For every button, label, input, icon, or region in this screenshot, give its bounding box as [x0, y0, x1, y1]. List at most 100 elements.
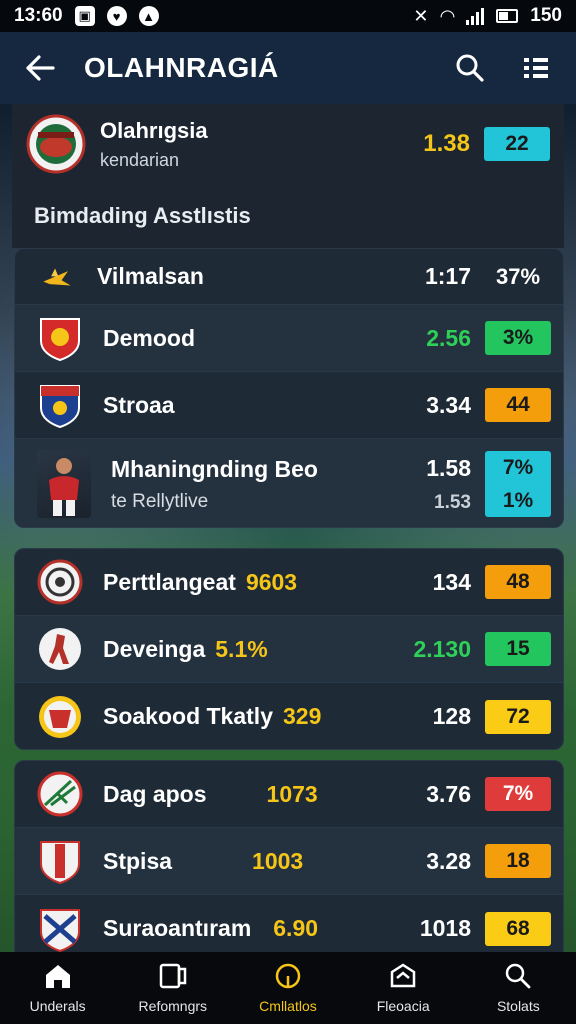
standings-card-1: Vilmalsan 1:17 37% Demood 2.56 3% Stroaa…	[14, 248, 564, 528]
odds-badge-stack[interactable]: 7% 1%	[485, 451, 551, 517]
team-crest-icon	[39, 695, 81, 738]
team-name: Perttlangeat	[103, 568, 236, 595]
bottom-nav: Underals Refomngrs Cmllatlos Fleoacia St…	[0, 952, 576, 1024]
nav-label: Cmllatlos	[259, 998, 317, 1014]
team-crest-icon	[37, 559, 83, 605]
nav-item-calendar[interactable]: Cmllatlos	[233, 962, 343, 1014]
menu-button[interactable]	[518, 50, 554, 86]
nav-label: Underals	[29, 998, 86, 1014]
odds-value: 1018	[419, 915, 471, 941]
team-crest-icon	[26, 114, 86, 174]
table-row[interactable]: Stpisa 1003 3.28 18	[15, 828, 563, 895]
team-crest-icon	[40, 385, 80, 428]
odds-badge[interactable]: 18	[485, 844, 551, 878]
battery-level: 150	[530, 5, 562, 26]
table-row[interactable]: Perttlangeat 9603 134 48	[15, 549, 563, 616]
table-row[interactable]: Soakood Tkatly 329 128 72	[15, 683, 563, 749]
search-icon	[506, 963, 531, 989]
stat-value: 6.90	[273, 915, 319, 941]
silent-icon: ✕	[413, 5, 429, 26]
back-button[interactable]	[22, 50, 58, 86]
arrow-left-icon	[26, 55, 55, 81]
table-row[interactable]: Stroaa 3.34 44	[15, 372, 563, 439]
search-button[interactable]	[452, 50, 488, 86]
team-crest-icon	[37, 771, 83, 817]
odds-badge[interactable]: 7%	[485, 777, 551, 811]
player-icon	[49, 458, 79, 516]
odds-badge[interactable]: 68	[485, 911, 551, 946]
standings-card-3: Dag apos 1073 3.76 7% Stpisa 1003 3.28 1…	[14, 760, 564, 960]
battery-icon	[496, 9, 519, 23]
table-row[interactable]: Suraoantıram 6.90 1018 68	[15, 895, 563, 959]
team-crest-icon	[39, 628, 81, 670]
team-name: Soakood Tkatly	[103, 703, 273, 729]
featured-team-subtitle: kendarian	[100, 149, 180, 170]
table-row[interactable]: Demood 2.56 3%	[15, 305, 563, 372]
stat-value: 5.1%	[215, 635, 268, 662]
featured-team-row[interactable]: Olahrıgsia kendarian 1.38 22	[12, 104, 564, 184]
odds-value: 134	[432, 568, 471, 595]
team-name: Mhaningnding Beo	[111, 455, 318, 482]
stat-value: 1073	[266, 780, 318, 807]
circle-icon	[275, 963, 301, 989]
odds-value: 3.28	[426, 847, 471, 874]
status-bar: 13:60 ▣ ♥ ▲ ✕ ◠ 150	[0, 0, 576, 32]
stat-value: 1003	[252, 847, 304, 874]
badge-bottom: 1%	[502, 488, 534, 512]
odds-value: 128	[432, 703, 471, 729]
odds-value: 3.34	[426, 391, 471, 418]
featured-team-name: Olahrıgsia	[100, 117, 208, 143]
section-label: Bimdading Asstlıstis	[12, 184, 564, 248]
odds-value: 1.58	[426, 454, 471, 481]
nav-label: Stolats	[496, 998, 540, 1014]
content-area: Olahrıgsia kendarian 1.38 22 Bimdading A…	[12, 104, 564, 960]
page-title: OLAHNRAGIÁ	[84, 52, 279, 83]
featured-badge[interactable]: 22	[484, 127, 550, 161]
team-name: Suraoantıram	[103, 915, 252, 941]
signal-icon	[466, 7, 485, 25]
table-row[interactable]: Mhaningnding Beo te Rellytlive 1.58 1.53…	[15, 439, 563, 527]
star-icon	[43, 268, 71, 285]
nav-item-stats[interactable]: Stolats	[463, 962, 573, 1014]
team-name: Vilmalsan	[97, 263, 204, 289]
team-name: Deveinga	[103, 635, 206, 662]
odds-value: 2.56	[426, 324, 471, 351]
nav-label: Refomngrs	[138, 998, 208, 1014]
nav-item-references[interactable]: Refomngrs	[118, 962, 228, 1014]
nav-item-feed[interactable]: Fleoacia	[348, 962, 458, 1014]
odds-value: 1:17	[424, 263, 471, 289]
odds-badge[interactable]: 3%	[485, 321, 551, 355]
card-header-row[interactable]: Vilmalsan 1:17 37%	[15, 249, 563, 305]
stat-value: 329	[282, 703, 322, 729]
percent-value: 37%	[495, 263, 541, 289]
badge-top: 7%	[502, 455, 534, 479]
odds-value-secondary: 1.53	[434, 491, 471, 513]
shield-icon	[390, 963, 416, 988]
photo-notification-icon: ▣	[74, 6, 95, 26]
team-crest-icon	[40, 908, 80, 952]
team-subtitle: te Rellytlive	[111, 490, 209, 512]
team-crest-icon	[40, 318, 80, 361]
table-row[interactable]: Dag apos 1073 3.76 7%	[15, 761, 563, 828]
standings-card-2: Perttlangeat 9603 134 48 Deveinga 5.1% 2…	[14, 548, 564, 750]
team-name: Stpisa	[103, 847, 173, 874]
table-row[interactable]: Deveinga 5.1% 2.130 15	[15, 616, 563, 683]
odds-value: 3.76	[426, 780, 471, 807]
odds-badge[interactable]: 72	[485, 699, 551, 734]
drop-notification-icon: ▲	[138, 6, 159, 26]
home-icon	[45, 965, 70, 988]
status-time: 13:60	[14, 5, 63, 26]
odds-value: 2.130	[413, 635, 471, 662]
team-name: Demood	[103, 324, 195, 351]
odds-badge[interactable]: 44	[485, 388, 551, 422]
featured-odds: 1.38	[423, 130, 470, 157]
more-menu-icon	[524, 58, 548, 78]
app-bar: OLAHNRAGIÁ	[0, 32, 576, 104]
shield-notification-icon: ♥	[106, 6, 127, 26]
team-name: Dag apos	[103, 780, 207, 807]
stat-value: 9603	[245, 568, 298, 595]
odds-badge[interactable]: 15	[485, 632, 551, 666]
nav-item-home[interactable]: Underals	[3, 962, 113, 1014]
team-crest-icon	[40, 841, 80, 884]
odds-badge[interactable]: 48	[485, 565, 551, 599]
